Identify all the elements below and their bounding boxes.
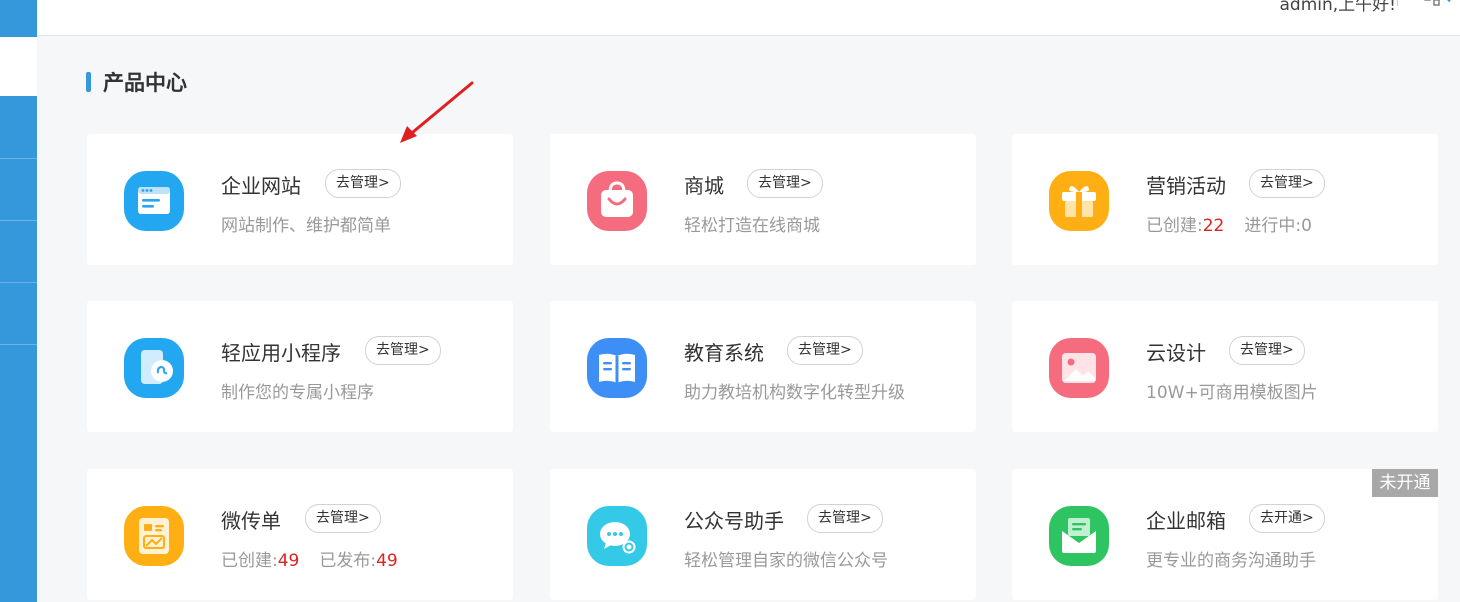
website-icon bbox=[124, 171, 184, 231]
created-label: 已创建: bbox=[221, 551, 278, 571]
annotation-arrow-icon bbox=[400, 81, 474, 143]
product-stats: 已创建:49 已发布:49 bbox=[221, 546, 398, 571]
manage-button[interactable]: 去管理> bbox=[807, 504, 883, 533]
in-progress-label: 进行中: bbox=[1244, 216, 1302, 236]
mini-program-icon bbox=[124, 338, 184, 398]
in-progress-count: 0 bbox=[1301, 216, 1312, 236]
section-title: 产品中心 bbox=[103, 71, 187, 95]
product-card-flyer[interactable]: 微传单 去管理> 已创建:49 已发布:49 bbox=[87, 469, 513, 600]
sidebar-active-item[interactable] bbox=[0, 37, 37, 96]
product-stats: 已创建:22 进行中:0 bbox=[1146, 211, 1312, 236]
product-description: 轻松管理自家的微信公众号 bbox=[684, 551, 888, 571]
product-description: 助力教培机构数字化转型升级 bbox=[684, 383, 905, 403]
product-card-mall[interactable]: 商城 去管理> 轻松打造在线商城 bbox=[550, 134, 976, 265]
manage-button[interactable]: 去管理> bbox=[325, 169, 401, 198]
product-description: 更专业的商务沟通助手 bbox=[1146, 551, 1316, 571]
product-card-mini-program[interactable]: 轻应用小程序 去管理> 制作您的专属小程序 bbox=[87, 301, 513, 432]
product-card-wechat-assistant[interactable]: 公众号助手 去管理> 轻松管理自家的微信公众号 bbox=[550, 469, 976, 600]
product-card-marketing[interactable]: 营销活动 去管理> 已创建:22 进行中:0 bbox=[1012, 134, 1438, 265]
product-description: 轻松打造在线商城 bbox=[684, 216, 820, 236]
product-title: 商城 bbox=[684, 174, 724, 198]
sidebar-divider bbox=[0, 220, 37, 221]
created-label: 已创建: bbox=[1146, 216, 1203, 236]
sidebar-divider bbox=[0, 282, 37, 283]
sidebar bbox=[0, 0, 37, 602]
published-count: 49 bbox=[376, 551, 398, 571]
manage-button[interactable]: 去管理> bbox=[787, 336, 863, 365]
image-icon bbox=[1049, 338, 1109, 398]
top-bar: admin,上午好! bbox=[37, 0, 1460, 36]
product-title: 云设计 bbox=[1146, 341, 1206, 365]
user-greeting[interactable]: admin,上午好! bbox=[1280, 0, 1397, 15]
product-title: 企业网站 bbox=[221, 174, 301, 198]
network-icon[interactable] bbox=[1424, 0, 1440, 6]
book-icon bbox=[587, 338, 647, 398]
product-description: 10W+可商用模板图片 bbox=[1146, 383, 1318, 403]
section-accent-bar bbox=[86, 72, 91, 92]
mail-icon bbox=[1049, 506, 1109, 566]
flyer-icon bbox=[124, 506, 184, 566]
created-count: 22 bbox=[1202, 216, 1225, 236]
product-card-website[interactable]: 企业网站 去管理> 网站制作、维护都简单 bbox=[87, 134, 513, 265]
product-description: 网站制作、维护都简单 bbox=[221, 216, 391, 236]
published-label: 已发布: bbox=[319, 551, 377, 571]
product-title: 公众号助手 bbox=[684, 509, 784, 533]
product-description: 制作您的专属小程序 bbox=[221, 383, 374, 403]
product-title: 企业邮箱 bbox=[1146, 509, 1226, 533]
product-card-education[interactable]: 教育系统 去管理> 助力教培机构数字化转型升级 bbox=[550, 301, 976, 432]
status-badge: 未开通 bbox=[1372, 469, 1438, 497]
activate-button[interactable]: 去开通> bbox=[1249, 504, 1325, 533]
product-card-enterprise-mail[interactable]: 企业邮箱 去开通> 更专业的商务沟通助手 未开通 bbox=[1012, 469, 1438, 600]
sidebar-divider bbox=[0, 158, 37, 159]
product-card-cloud-design[interactable]: 云设计 去管理> 10W+可商用模板图片 bbox=[1012, 301, 1438, 432]
manage-button[interactable]: 去管理> bbox=[305, 504, 381, 533]
gift-icon bbox=[1049, 171, 1109, 231]
product-title: 教育系统 bbox=[684, 341, 764, 365]
product-title: 轻应用小程序 bbox=[221, 341, 341, 365]
chevron-down-icon[interactable] bbox=[1443, 0, 1455, 4]
manage-button[interactable]: 去管理> bbox=[365, 336, 441, 365]
manage-button[interactable]: 去管理> bbox=[1249, 169, 1325, 198]
section-header: 产品中心 bbox=[86, 70, 187, 95]
header-divider bbox=[1397, 0, 1398, 6]
shopping-bag-icon bbox=[587, 171, 647, 231]
product-title: 营销活动 bbox=[1146, 174, 1226, 198]
wechat-icon bbox=[587, 506, 647, 566]
sidebar-divider bbox=[0, 344, 37, 345]
manage-button[interactable]: 去管理> bbox=[747, 169, 823, 198]
manage-button[interactable]: 去管理> bbox=[1229, 336, 1305, 365]
created-count: 49 bbox=[277, 551, 300, 571]
product-title: 微传单 bbox=[221, 509, 281, 533]
